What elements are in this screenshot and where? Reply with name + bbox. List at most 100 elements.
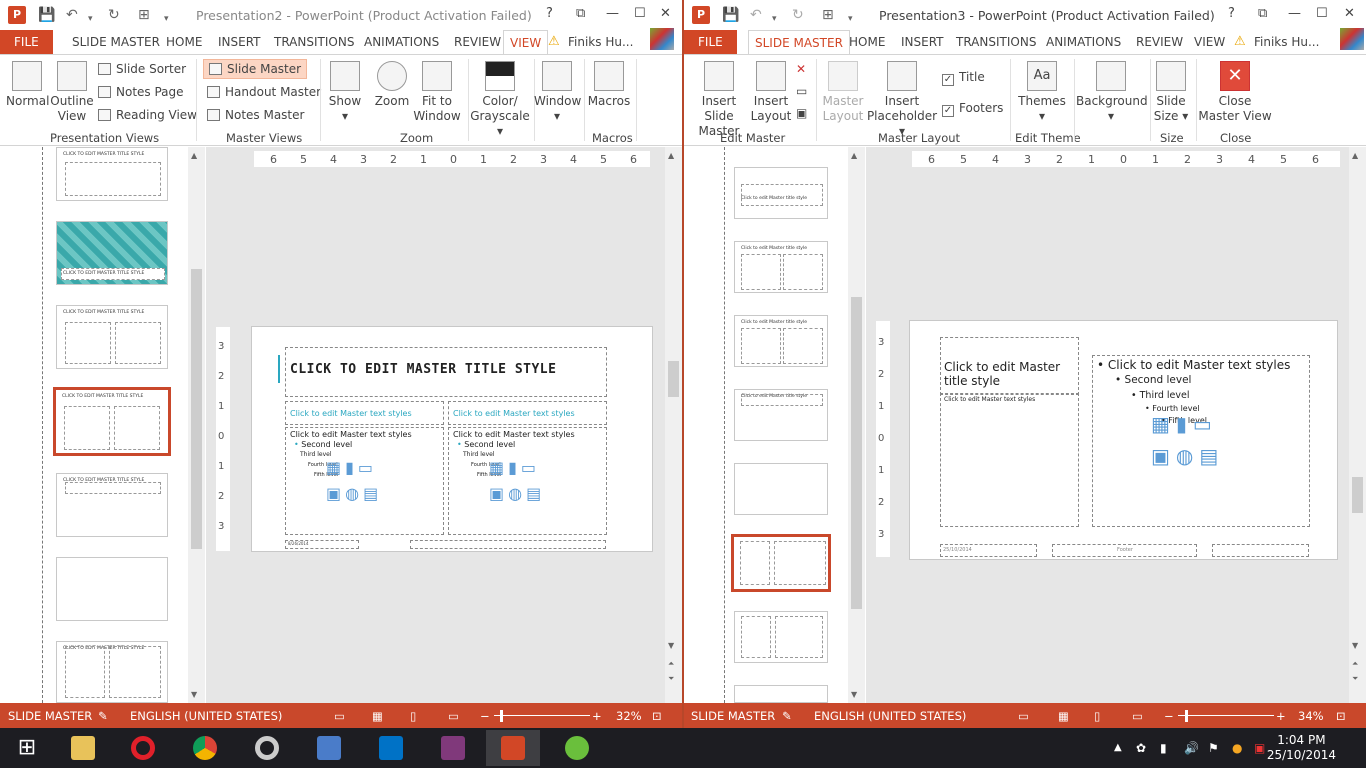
redo-icon[interactable]: ↻ bbox=[108, 6, 120, 24]
customize-toolbar-icon[interactable]: ▾ bbox=[848, 10, 853, 28]
title-placeholder[interactable]: Click to edit Master title style bbox=[940, 337, 1079, 395]
layout-thumbnail[interactable]: Click to edit Master title style bbox=[734, 241, 828, 293]
save-icon[interactable]: 💾 bbox=[722, 6, 739, 24]
close-icon[interactable]: ✕ bbox=[660, 6, 671, 21]
layout-thumbnail-selected[interactable]: CLICK TO EDIT MASTER TITLE STYLE bbox=[53, 387, 171, 456]
powerpoint-logo-icon[interactable]: P bbox=[8, 6, 26, 24]
volume-icon[interactable]: 🔊 bbox=[1184, 728, 1199, 768]
layout-thumbnail[interactable]: CLICK TO EDIT MASTER TITLE STYLE bbox=[56, 641, 168, 703]
show-button[interactable]: Show ▾ bbox=[326, 61, 364, 124]
outlook-icon[interactable] bbox=[364, 730, 418, 766]
normal-view-button[interactable]: Normal bbox=[6, 61, 49, 109]
avatar[interactable] bbox=[1340, 28, 1364, 50]
layout-thumbnail[interactable] bbox=[734, 611, 828, 663]
content-placeholder[interactable]: • Click to edit Master text styles • Sec… bbox=[1092, 355, 1310, 527]
opera-next-icon[interactable] bbox=[240, 730, 294, 766]
reading-view-icon[interactable]: ▯ bbox=[1094, 709, 1100, 723]
zoom-in-icon[interactable]: + bbox=[1276, 709, 1286, 723]
date-placeholder[interactable]: 8/26/2014 bbox=[285, 540, 359, 549]
tab-animations[interactable]: ANIMATIONS bbox=[1044, 30, 1123, 54]
handout-master-button[interactable]: Handout Master bbox=[207, 84, 321, 100]
media-insert-icons[interactable]: ▣◍▤ bbox=[326, 484, 382, 503]
footer-placeholder[interactable] bbox=[410, 540, 606, 549]
layout-thumbnail-selected[interactable] bbox=[731, 534, 831, 592]
minimize-icon[interactable]: — bbox=[1288, 6, 1301, 21]
slide-scrollbar[interactable]: ▲ ▼ ⏶ ⏷ bbox=[665, 147, 682, 703]
utorrent-icon[interactable] bbox=[550, 730, 604, 766]
zoom-out-icon[interactable]: − bbox=[480, 709, 490, 723]
touch-mode-icon[interactable]: ⊞ bbox=[138, 6, 150, 24]
color-grayscale-button[interactable]: Color/ Grayscale ▾ bbox=[470, 61, 530, 139]
delete-icon[interactable]: ✕ bbox=[796, 61, 806, 77]
left-heading-placeholder[interactable]: Click to edit Master text styles bbox=[285, 401, 444, 425]
layout-thumbnail-blank[interactable] bbox=[734, 463, 828, 515]
slide-sorter-button[interactable]: Slide Sorter bbox=[98, 61, 186, 77]
reading-view-icon[interactable]: ▯ bbox=[410, 709, 416, 723]
start-windows-icon[interactable]: ⊞ bbox=[0, 730, 54, 766]
network-share-icon[interactable]: ✿ bbox=[1136, 728, 1146, 768]
slide-scrollbar[interactable]: ▲ ▼ ⏶ ⏷ bbox=[1349, 147, 1366, 703]
tab-transitions[interactable]: TRANSITIONS bbox=[954, 30, 1038, 54]
layout-thumbnail[interactable]: Click to edit Master title style bbox=[734, 167, 828, 219]
powerpoint-logo-icon[interactable]: P bbox=[692, 6, 710, 24]
content-insert-icons[interactable]: ▦▮▭ bbox=[1151, 412, 1218, 436]
slide-master-button[interactable]: Slide Master bbox=[203, 59, 308, 79]
right-content-placeholder[interactable]: Click to edit Master text styles • Second… bbox=[448, 427, 607, 535]
zoom-level[interactable]: 34% bbox=[1298, 709, 1324, 723]
notes-page-button[interactable]: Notes Page bbox=[98, 84, 184, 100]
layout-thumbnail[interactable]: Click to edit Master title style bbox=[734, 389, 828, 441]
layout-thumbnail[interactable] bbox=[734, 685, 828, 703]
fit-to-window-button[interactable]: Fit to Window bbox=[412, 61, 462, 124]
insert-slide-master-button[interactable]: Insert Slide Master bbox=[688, 61, 750, 139]
spelling-icon[interactable]: ✎ bbox=[98, 709, 108, 723]
avatar[interactable] bbox=[650, 28, 674, 50]
save-icon[interactable]: 💾 bbox=[38, 6, 55, 24]
file-explorer-icon[interactable] bbox=[56, 730, 110, 766]
layout-thumbnail-blank[interactable] bbox=[56, 557, 168, 621]
slide-sorter-icon[interactable]: ▦ bbox=[372, 709, 383, 723]
outline-view-button[interactable]: Outline View bbox=[50, 61, 94, 124]
antivirus-icon[interactable]: ▣ bbox=[1254, 728, 1265, 768]
layout-thumbnail[interactable]: Click to edit Master title style bbox=[734, 315, 828, 367]
right-heading-placeholder[interactable]: Click to edit Master text styles bbox=[448, 401, 607, 425]
touch-mode-icon[interactable]: ⊞ bbox=[822, 6, 834, 24]
content-insert-icons[interactable]: ▦▮▭ bbox=[326, 458, 377, 477]
tab-slide-master[interactable]: SLIDE MASTER bbox=[70, 30, 162, 54]
ribbon-options-icon[interactable]: ⧉ bbox=[1258, 6, 1267, 21]
slide-canvas[interactable]: Click to edit Master title style Click t… bbox=[909, 320, 1338, 560]
title-placeholder[interactable]: CLICK TO EDIT MASTER TITLE STYLE bbox=[285, 347, 607, 397]
status-language[interactable]: ENGLISH (UNITED STATES) bbox=[814, 709, 966, 723]
fit-slide-icon[interactable]: ⊡ bbox=[652, 709, 662, 723]
tab-file[interactable]: FILE bbox=[0, 30, 53, 54]
close-icon[interactable]: ✕ bbox=[1344, 6, 1355, 21]
media-insert-icons[interactable]: ▣◍▤ bbox=[1151, 444, 1224, 468]
power-icon[interactable]: ▮ bbox=[1160, 728, 1167, 768]
tab-home[interactable]: HOME bbox=[847, 30, 887, 54]
minimize-icon[interactable]: — bbox=[606, 6, 619, 21]
zoom-slider-handle[interactable] bbox=[500, 710, 503, 722]
slide-canvas[interactable]: CLICK TO EDIT MASTER TITLE STYLE Click t… bbox=[251, 326, 653, 552]
tab-home[interactable]: HOME bbox=[164, 30, 204, 54]
status-language[interactable]: ENGLISH (UNITED STATES) bbox=[130, 709, 282, 723]
undo-dropdown-icon[interactable]: ▾ bbox=[772, 10, 777, 28]
zoom-slider[interactable] bbox=[1178, 715, 1274, 716]
content-insert-icons[interactable]: ▦▮▭ bbox=[489, 458, 540, 477]
redo-icon[interactable]: ↻ bbox=[792, 6, 804, 24]
layout-thumbnail[interactable]: CLICK TO EDIT MASTER TITLE STYLE bbox=[56, 147, 168, 201]
undo-icon[interactable]: ↶ bbox=[66, 6, 78, 24]
zoom-slider[interactable] bbox=[494, 715, 590, 716]
fit-slide-icon[interactable]: ⊡ bbox=[1336, 709, 1346, 723]
background-button[interactable]: Background ▾ bbox=[1076, 61, 1148, 124]
spelling-icon[interactable]: ✎ bbox=[782, 709, 792, 723]
undo-icon[interactable]: ↶ bbox=[750, 6, 762, 24]
show-hidden-icons[interactable]: ▲ bbox=[1114, 728, 1122, 768]
slide-number-placeholder[interactable] bbox=[1212, 544, 1309, 557]
user-name[interactable]: Finiks Hu... bbox=[1254, 30, 1319, 54]
zoom-out-icon[interactable]: − bbox=[1164, 709, 1174, 723]
layout-thumbnail[interactable]: CLICK TO EDIT MASTER TITLE STYLE bbox=[56, 305, 168, 369]
text-placeholder[interactable]: Click to edit Master text styles bbox=[940, 393, 1079, 527]
rename-icon[interactable]: ▭ bbox=[796, 83, 807, 99]
thumbnail-pane[interactable]: CLICK TO EDIT MASTER TITLE STYLE CLICK T… bbox=[0, 147, 206, 703]
thumbnail-pane[interactable]: Click to edit Master title style Click t… bbox=[684, 147, 866, 703]
chrome-icon[interactable] bbox=[178, 730, 232, 766]
